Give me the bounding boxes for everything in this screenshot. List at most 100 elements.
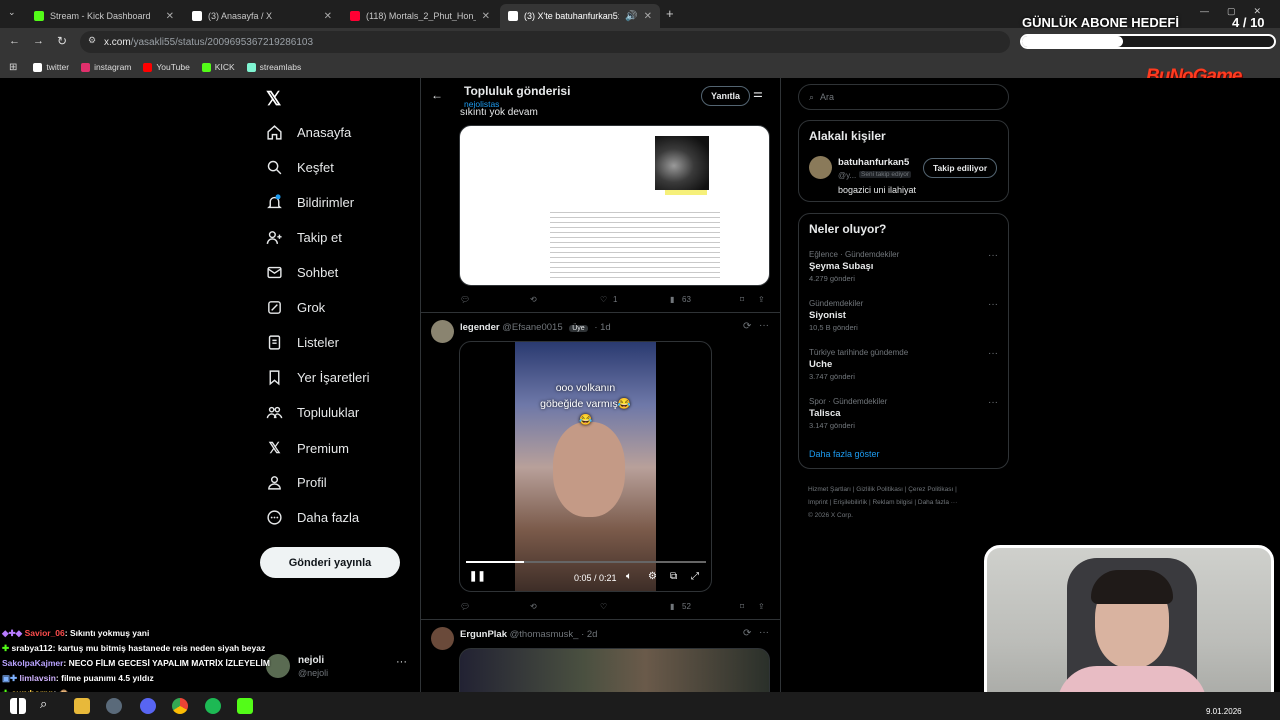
bookmark-youtube[interactable]: YouTube bbox=[143, 62, 190, 72]
nav-messages[interactable]: Sohbet bbox=[266, 264, 338, 281]
nav-notifications[interactable]: Bildirimler bbox=[266, 194, 354, 211]
post-time[interactable]: · 1d bbox=[594, 322, 610, 333]
streaming-app-icon[interactable] bbox=[237, 698, 253, 714]
grok-explain-icon[interactable]: ⟳ bbox=[743, 628, 751, 639]
tweet-media[interactable] bbox=[459, 648, 770, 698]
tab-x-home[interactable]: (3) Anasayfa / X ✕ bbox=[184, 4, 340, 28]
nav-home[interactable]: Anasayfa bbox=[266, 124, 351, 141]
views-icon[interactable]: ▮ bbox=[670, 295, 674, 304]
bookmark-streamlabs[interactable]: streamlabs bbox=[246, 62, 301, 72]
footer-link[interactable]: Gizlilik Politikası bbox=[856, 486, 903, 493]
settings-sliders-icon[interactable]: ⚌ bbox=[753, 87, 763, 100]
new-tab-icon[interactable]: + bbox=[666, 6, 674, 21]
x-logo-icon[interactable]: 𝕏 bbox=[266, 88, 281, 111]
tweet-image-document[interactable] bbox=[459, 125, 770, 286]
reply-icon[interactable]: 💬︎ bbox=[460, 295, 470, 304]
close-icon[interactable]: ✕ bbox=[644, 11, 652, 22]
like-icon[interactable]: ♡ bbox=[600, 602, 607, 611]
tab-x-status[interactable]: (3) X'te batuhanfurkan5: "ya 🔊 ✕ bbox=[500, 4, 660, 28]
author-handle[interactable]: @thomasmusk_ bbox=[510, 629, 579, 640]
more-dots-icon[interactable]: ··· bbox=[396, 656, 407, 668]
retweet-icon[interactable]: ⟲ bbox=[530, 602, 537, 611]
file-explorer-icon[interactable] bbox=[74, 698, 90, 714]
nav-profile[interactable]: Profil bbox=[266, 474, 327, 491]
nav-bookmarks[interactable]: Yer İşaretleri bbox=[266, 369, 370, 386]
trend-item[interactable]: Eğlence · Gündemdekiler Şeyma Subaşı 4.279… bbox=[809, 250, 899, 283]
nav-premium[interactable]: 𝕏 Premium bbox=[266, 439, 349, 457]
chrome-icon[interactable] bbox=[172, 698, 188, 714]
bookmark-kick[interactable]: KICK bbox=[201, 62, 235, 72]
reload-icon[interactable]: ↻ bbox=[57, 34, 67, 48]
spotify-icon[interactable] bbox=[205, 698, 221, 714]
nav-more[interactable]: Daha fazla bbox=[266, 509, 359, 526]
retweet-icon[interactable]: ⟲ bbox=[530, 295, 537, 304]
following-button[interactable]: Takip ediliyor bbox=[923, 158, 998, 178]
discord-icon[interactable] bbox=[140, 698, 156, 714]
back-icon[interactable]: ← bbox=[9, 35, 20, 47]
address-bar[interactable]: ⚙ x.com/yasakli55/status/200969536721928… bbox=[80, 31, 1010, 53]
search-icon[interactable]: ⌕ bbox=[40, 696, 56, 712]
footer-link[interactable]: Imprint bbox=[808, 499, 828, 506]
user-name[interactable]: batuhanfurkan5 bbox=[838, 157, 909, 168]
nav-explore[interactable]: Keşfet bbox=[266, 159, 334, 176]
trend-item[interactable]: Türkiye tarihinde gündemde Uche 3.747 gönd… bbox=[809, 348, 908, 381]
more-dots-icon[interactable]: ··· bbox=[988, 397, 998, 408]
tab-kick-dashboard[interactable]: Stream - Kick Dashboard ✕ bbox=[26, 4, 182, 28]
gear-icon[interactable]: ⚙ bbox=[648, 571, 657, 582]
reply-icon[interactable]: 💬︎ bbox=[460, 602, 470, 611]
more-dots-icon[interactable]: ··· bbox=[988, 348, 998, 359]
nav-communities[interactable]: Topluluklar bbox=[266, 404, 359, 421]
author-handle[interactable]: @Efsane0015 bbox=[502, 322, 562, 333]
author-name[interactable]: ErgunPlak bbox=[460, 629, 507, 640]
grok-explain-icon[interactable]: ⟳ bbox=[743, 321, 751, 332]
footer-link[interactable]: Çerez Politikası bbox=[908, 486, 953, 493]
search-input[interactable]: ⌕ Ara bbox=[798, 84, 1009, 110]
volume-icon[interactable]: 🔈︎ bbox=[626, 571, 632, 582]
fullscreen-icon[interactable]: ⤢ bbox=[691, 571, 699, 582]
nav-follow[interactable]: Takip et bbox=[266, 229, 342, 246]
reply-button[interactable]: Yanıtla bbox=[701, 86, 751, 106]
windows-start-icon[interactable] bbox=[10, 698, 26, 714]
bookmark-twitter[interactable]: twitter bbox=[33, 62, 69, 72]
share-icon[interactable]: ⇪ bbox=[758, 602, 765, 611]
close-icon[interactable]: ✕ bbox=[166, 11, 174, 22]
footer-link[interactable]: Reklam bilgisi bbox=[872, 499, 912, 506]
account-switcher[interactable]: nejoli @nejoli ··· bbox=[266, 654, 416, 682]
nav-grok[interactable]: Grok bbox=[266, 299, 325, 316]
forward-icon[interactable]: → bbox=[33, 35, 44, 47]
share-icon[interactable]: ⇪ bbox=[758, 295, 765, 304]
back-arrow-icon[interactable]: ← bbox=[431, 88, 443, 102]
trend-item[interactable]: Spor · Gündemdekiler Talisca 3.147 gönderi bbox=[809, 397, 887, 430]
footer-link[interactable]: Daha fazla ··· bbox=[918, 499, 957, 506]
site-info-icon[interactable]: ⚙ bbox=[88, 35, 96, 46]
nav-lists[interactable]: Listeler bbox=[266, 334, 339, 351]
avatar[interactable] bbox=[431, 320, 454, 343]
avatar[interactable] bbox=[809, 156, 832, 179]
bookmark-icon[interactable]: ⌑ bbox=[740, 295, 744, 304]
tab-youtube[interactable]: (118) Mortals_2_Phut_Hon_Fun ✕ bbox=[342, 4, 498, 28]
close-icon[interactable]: ✕ bbox=[324, 11, 332, 22]
app-icon[interactable] bbox=[106, 698, 122, 714]
close-icon[interactable]: ✕ bbox=[482, 11, 490, 22]
footer-link[interactable]: Hizmet Şartları bbox=[808, 486, 851, 493]
pip-icon[interactable]: ⧉ bbox=[670, 571, 677, 582]
video-player[interactable]: ooo volkanın göbeğide varmış😂😂 ❚❚ 0:05 /… bbox=[459, 341, 712, 592]
tab-search-icon[interactable]: ⌄ bbox=[8, 7, 16, 18]
like-icon[interactable]: ♡ bbox=[600, 295, 607, 304]
apps-icon[interactable]: ⊞ bbox=[9, 62, 17, 73]
author-name[interactable]: legender bbox=[460, 322, 500, 333]
pause-icon[interactable]: ❚❚ bbox=[469, 571, 486, 582]
more-dots-icon[interactable]: ··· bbox=[988, 250, 998, 261]
trend-item[interactable]: Gündemdekiler Siyonist 10,5 B gönderi bbox=[809, 299, 863, 332]
more-dots-icon[interactable]: ··· bbox=[759, 320, 769, 331]
footer-link[interactable]: Erişilebilirlik bbox=[833, 499, 867, 506]
more-dots-icon[interactable]: ··· bbox=[988, 299, 998, 310]
avatar[interactable] bbox=[431, 627, 454, 650]
speaker-icon[interactable]: 🔊 bbox=[625, 11, 637, 22]
more-dots-icon[interactable]: ··· bbox=[759, 627, 769, 638]
post-button[interactable]: Gönderi yayınla bbox=[260, 547, 400, 578]
post-time[interactable]: · 2d bbox=[581, 629, 597, 640]
video-progress-track[interactable] bbox=[466, 561, 706, 563]
show-more-link[interactable]: Daha fazla göster bbox=[809, 449, 880, 459]
bookmark-icon[interactable]: ⌑ bbox=[740, 602, 744, 611]
